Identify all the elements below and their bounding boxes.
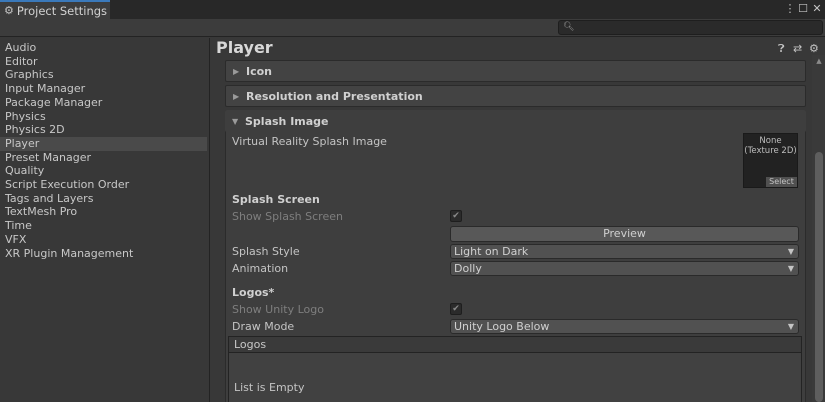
vr-splash-value-type: (Texture 2D) [744, 146, 797, 156]
close-icon[interactable]: ✕ [811, 1, 823, 17]
animation-value: Dolly [454, 262, 482, 275]
sidebar-item-graphics[interactable]: Graphics [0, 68, 207, 82]
sidebar-item-audio[interactable]: Audio [0, 41, 207, 55]
show-unity-logo-label: Show Unity Logo [232, 303, 324, 316]
sidebar-item-script-execution-order[interactable]: Script Execution Order [0, 178, 207, 192]
section-resolution[interactable]: ▶ Resolution and Presentation [225, 85, 806, 107]
settings-gear-icon[interactable]: ⚙ [809, 42, 819, 55]
search-icon: 🔍︎ [563, 22, 575, 32]
splash-style-value: Light on Dark [454, 245, 529, 258]
vr-splash-value: None [759, 136, 782, 146]
sidebar-item-xr-plugin-management[interactable]: XR Plugin Management [0, 247, 207, 261]
vr-select-button[interactable]: Select [766, 177, 797, 187]
logos-list-empty: List is Empty [234, 381, 305, 394]
section-icon-label: Icon [246, 64, 273, 78]
sidebar-item-time[interactable]: Time [0, 219, 207, 233]
gear-icon: ⚙ [4, 4, 14, 17]
preview-button[interactable]: Preview [450, 226, 799, 242]
page-title: Player [216, 38, 273, 57]
draw-mode-dropdown[interactable]: Unity Logo Below ▼ [450, 319, 799, 334]
splash-screen-heading: Splash Screen [232, 193, 320, 206]
animation-label: Animation [232, 262, 289, 275]
collapse-arrow-icon: ▼ [232, 116, 239, 126]
expand-arrow-icon: ▶ [233, 66, 240, 76]
section-resolution-label: Resolution and Presentation [246, 89, 423, 103]
sidebar-item-editor[interactable]: Editor [0, 55, 207, 69]
logos-list-header: Logos [228, 336, 802, 353]
splash-style-label: Splash Style [232, 245, 300, 258]
sidebar-item-textmesh-pro[interactable]: TextMesh Pro [0, 205, 207, 219]
show-splash-label: Show Splash Screen [232, 210, 343, 223]
section-splash-image[interactable]: ▼ Splash Image [225, 110, 806, 132]
sidebar-item-input-manager[interactable]: Input Manager [0, 82, 207, 96]
vr-splash-label: Virtual Reality Splash Image [232, 135, 387, 148]
logos-list-body [228, 353, 802, 402]
animation-dropdown[interactable]: Dolly ▼ [450, 261, 799, 276]
chevron-down-icon: ▼ [787, 322, 794, 331]
sidebar-item-vfx[interactable]: VFX [0, 233, 207, 247]
scrollbar-thumb[interactable] [815, 152, 823, 402]
search-input[interactable]: 🔍︎ [558, 20, 823, 35]
section-splash-label: Splash Image [245, 114, 329, 128]
chevron-down-icon: ▼ [787, 247, 794, 256]
window-title: Project Settings [16, 3, 108, 18]
more-menu-icon[interactable]: ⋮ [784, 1, 796, 17]
scroll-up-icon[interactable]: ▲ [814, 57, 824, 65]
expand-arrow-icon: ▶ [233, 91, 240, 101]
sidebar-item-player[interactable]: Player [0, 136, 207, 151]
sidebar-item-tags-and-layers[interactable]: Tags and Layers [0, 192, 207, 206]
logos-heading: Logos* [232, 286, 275, 299]
help-icon[interactable]: ❓︎ [778, 42, 785, 56]
sidebar-item-physics[interactable]: Physics [0, 110, 207, 124]
section-icon[interactable]: ▶ Icon [225, 60, 806, 82]
splash-style-dropdown[interactable]: Light on Dark ▼ [450, 244, 799, 259]
sidebar-item-preset-manager[interactable]: Preset Manager [0, 151, 207, 165]
show-splash-checkbox[interactable]: ✔ [450, 210, 462, 222]
draw-mode-label: Draw Mode [232, 320, 295, 333]
sidebar-item-package-manager[interactable]: Package Manager [0, 96, 207, 110]
maximize-icon[interactable]: ☐ [797, 1, 809, 17]
draw-mode-value: Unity Logo Below [454, 320, 550, 333]
preset-icon[interactable]: ⇄ [793, 42, 802, 55]
sidebar-item-quality[interactable]: Quality [0, 164, 207, 178]
title-bar [0, 0, 825, 19]
sidebar: Audio Editor Graphics Input Manager Pack… [0, 38, 210, 402]
chevron-down-icon: ▼ [787, 264, 794, 273]
show-unity-logo-checkbox[interactable]: ✔ [450, 303, 462, 315]
sidebar-item-physics-2d[interactable]: Physics 2D [0, 123, 207, 137]
checkmark-icon: ✔ [452, 211, 460, 221]
checkmark-icon: ✔ [452, 304, 460, 314]
window-tab[interactable]: ⚙ Project Settings [0, 0, 110, 19]
